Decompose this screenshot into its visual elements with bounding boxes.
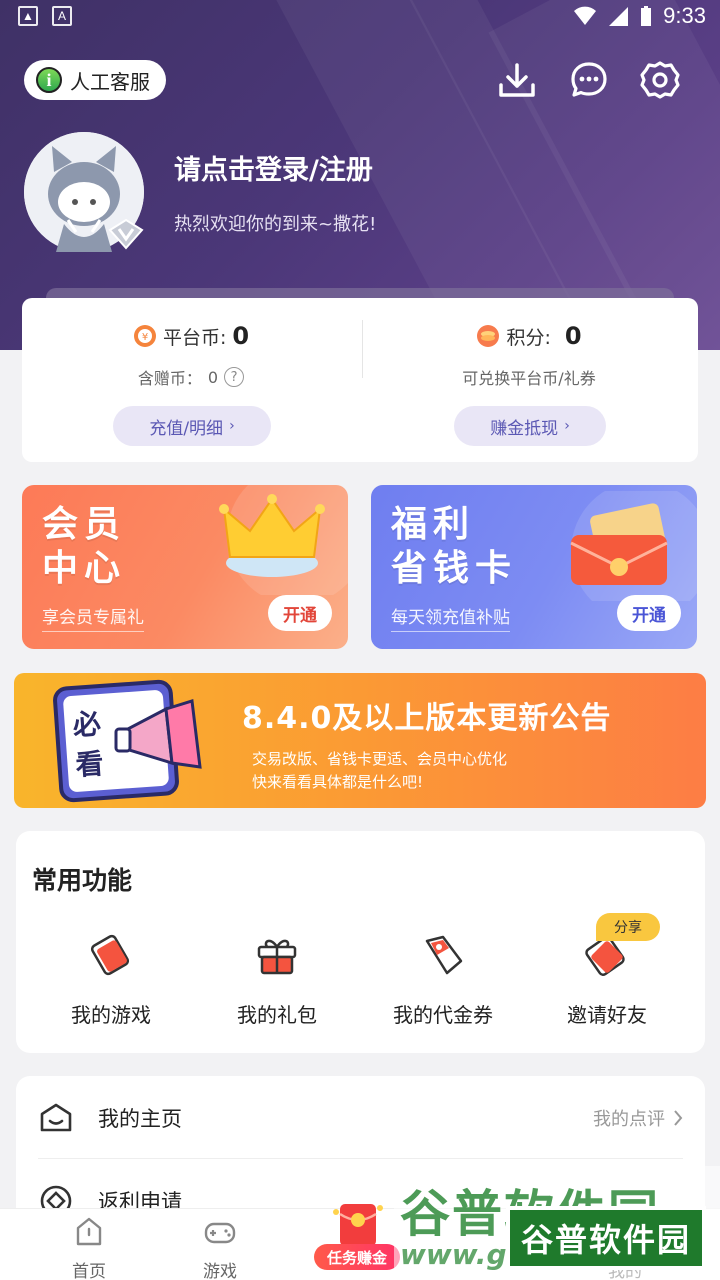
task-earn-button[interactable]: 任务赚金 [314, 1196, 400, 1272]
savings-card-title: 福利 省钱卡 [391, 503, 517, 591]
my-gifts-button[interactable]: 我的礼包 [202, 931, 352, 1028]
download-icon[interactable] [497, 60, 537, 100]
card-title-line1: 福利 [391, 504, 476, 545]
red-envelope-icon [570, 491, 697, 601]
chevron-right-icon: › [564, 418, 570, 434]
notice-line1: 交易改版、省钱卡更适、会员中心优化 [252, 750, 508, 768]
notice-title: 8.4.0及以上版本更新公告 [242, 701, 612, 736]
update-notice-banner[interactable]: 必 看 8.4.0及以上版本更新公告 交易改版、省钱卡更适、会员中心优化 快来看… [14, 673, 706, 808]
help-icon[interactable]: ? [224, 367, 245, 387]
coin-bag-icon: ¥ [133, 325, 156, 347]
wallet-card: ¥ 平台币: 0 含赠币： 0 ? 积分: 0 可兑换平台币/礼券 充值/明细 › 赚金… [22, 298, 698, 462]
watermark-boxed-text: 谷普软件园 [506, 1206, 706, 1270]
withdraw-cash-button[interactable]: 赚金抵现 › [454, 406, 606, 446]
badge-line2: 看 [74, 746, 105, 782]
recharge-detail-label: 充值/明细 [149, 418, 224, 439]
task-earn-label: 任务赚金 [314, 1244, 400, 1270]
vip-title-line2: 中心 [42, 548, 127, 589]
vip-title-line1: 会员 [42, 504, 127, 545]
settings-icon[interactable] [640, 60, 680, 100]
platform-coin-section: ¥ 平台币: 0 含赠币： 0 ? [22, 320, 360, 388]
tab-games-label: 游戏 [203, 1262, 237, 1280]
points-description: 可兑换平台币/礼券 [462, 369, 596, 388]
gift-box-icon [257, 939, 297, 975]
my-reviews-label: 我的点评 [593, 1109, 665, 1130]
vip-subtitle: 享会员专属礼 [42, 603, 144, 632]
badge-line1: 必 [71, 707, 102, 742]
wifi-icon [574, 6, 597, 25]
megaphone-icon [114, 699, 202, 769]
my-games-button[interactable]: 我的游戏 [36, 931, 186, 1028]
recharge-detail-button[interactable]: 充值/明细 › [113, 406, 271, 446]
vip-center-card[interactable]: 会员 中心 享会员专属礼 开通 [22, 485, 348, 649]
gift-coin-label: 含赠币： [137, 369, 202, 388]
a-icon: A [52, 6, 72, 26]
gamepad-icon [204, 1222, 236, 1244]
customer-service-label: 人工客服 [70, 69, 150, 94]
my-homepage-label: 我的主页 [98, 1107, 182, 1131]
red-packet-icon [333, 1204, 383, 1246]
vip-level-badge-icon [108, 218, 144, 250]
home-face-icon [40, 1103, 72, 1132]
share-badge: 分享 [596, 913, 660, 941]
savings-card[interactable]: 福利 省钱卡 每天领充值补贴 开通 [371, 485, 697, 649]
battery-icon [641, 6, 652, 26]
tab-home-label: 首页 [72, 1262, 106, 1280]
tab-home[interactable]: 首页 [24, 1209, 154, 1280]
signal-icon [609, 7, 629, 26]
platform-coin-value: 0 [232, 322, 250, 350]
points-value: 0 [564, 322, 582, 350]
withdraw-cash-label: 赚金抵现 [490, 418, 559, 439]
coupon-tag-icon [425, 935, 463, 975]
my-homepage-row[interactable]: 我的主页 我的点评 [16, 1076, 705, 1158]
platform-coin-label: 平台币: [162, 326, 227, 349]
card-title-line2: 省钱卡 [391, 548, 518, 589]
vip-center-title: 会员 中心 [42, 503, 126, 591]
svg-text:¥: ¥ [142, 332, 148, 343]
customer-service-button[interactable]: i 人工客服 [24, 60, 166, 100]
invite-friends-button[interactable]: 邀请好友 [532, 931, 682, 1028]
info-icon: i [36, 67, 62, 93]
game-card-icon [90, 934, 130, 976]
tab-games[interactable]: 游戏 [155, 1209, 285, 1280]
vip-open-button[interactable]: 开通 [268, 595, 332, 631]
my-coupons-label: 我的代金券 [393, 1003, 493, 1027]
image-icon: ▲ [18, 6, 38, 26]
chevron-right-icon [674, 1110, 683, 1126]
watermark-logo: 谷普软件园 www.gu 谷普软件园 [394, 1166, 720, 1280]
notice-line2: 快来看看具体都是什么吧! [252, 773, 424, 791]
my-games-label: 我的游戏 [71, 1003, 151, 1027]
points-coin-icon [477, 325, 500, 347]
crown-icon [219, 485, 348, 595]
savings-card-subtitle: 每天领充值补贴 [391, 603, 510, 632]
invite-friends-label: 邀请好友 [567, 1003, 647, 1027]
points-label: 积分: [506, 326, 551, 349]
common-functions-card: 常用功能 我的游戏 我的礼包 我的代金券 邀请好友 [16, 831, 705, 1053]
clock: 9:33 [663, 3, 706, 28]
message-icon[interactable] [569, 60, 609, 100]
gift-coin-value: 0 [207, 367, 219, 387]
status-bar: ▲ A 9:33 [0, 0, 720, 36]
common-functions-heading: 常用功能 [32, 866, 133, 895]
welcome-text: 热烈欢迎你的到来~撒花! [174, 214, 377, 235]
my-reviews-link[interactable]: 我的点评 [593, 1105, 683, 1131]
chevron-right-icon: › [229, 418, 235, 434]
home-icon [76, 1217, 102, 1246]
my-gifts-label: 我的礼包 [237, 1003, 317, 1027]
points-section: 积分: 0 可兑换平台币/礼券 [360, 320, 698, 388]
my-coupons-button[interactable]: 我的代金券 [368, 931, 518, 1028]
savings-card-open-button[interactable]: 开通 [617, 595, 681, 631]
login-register-link[interactable]: 请点击登录/注册 [174, 148, 373, 187]
